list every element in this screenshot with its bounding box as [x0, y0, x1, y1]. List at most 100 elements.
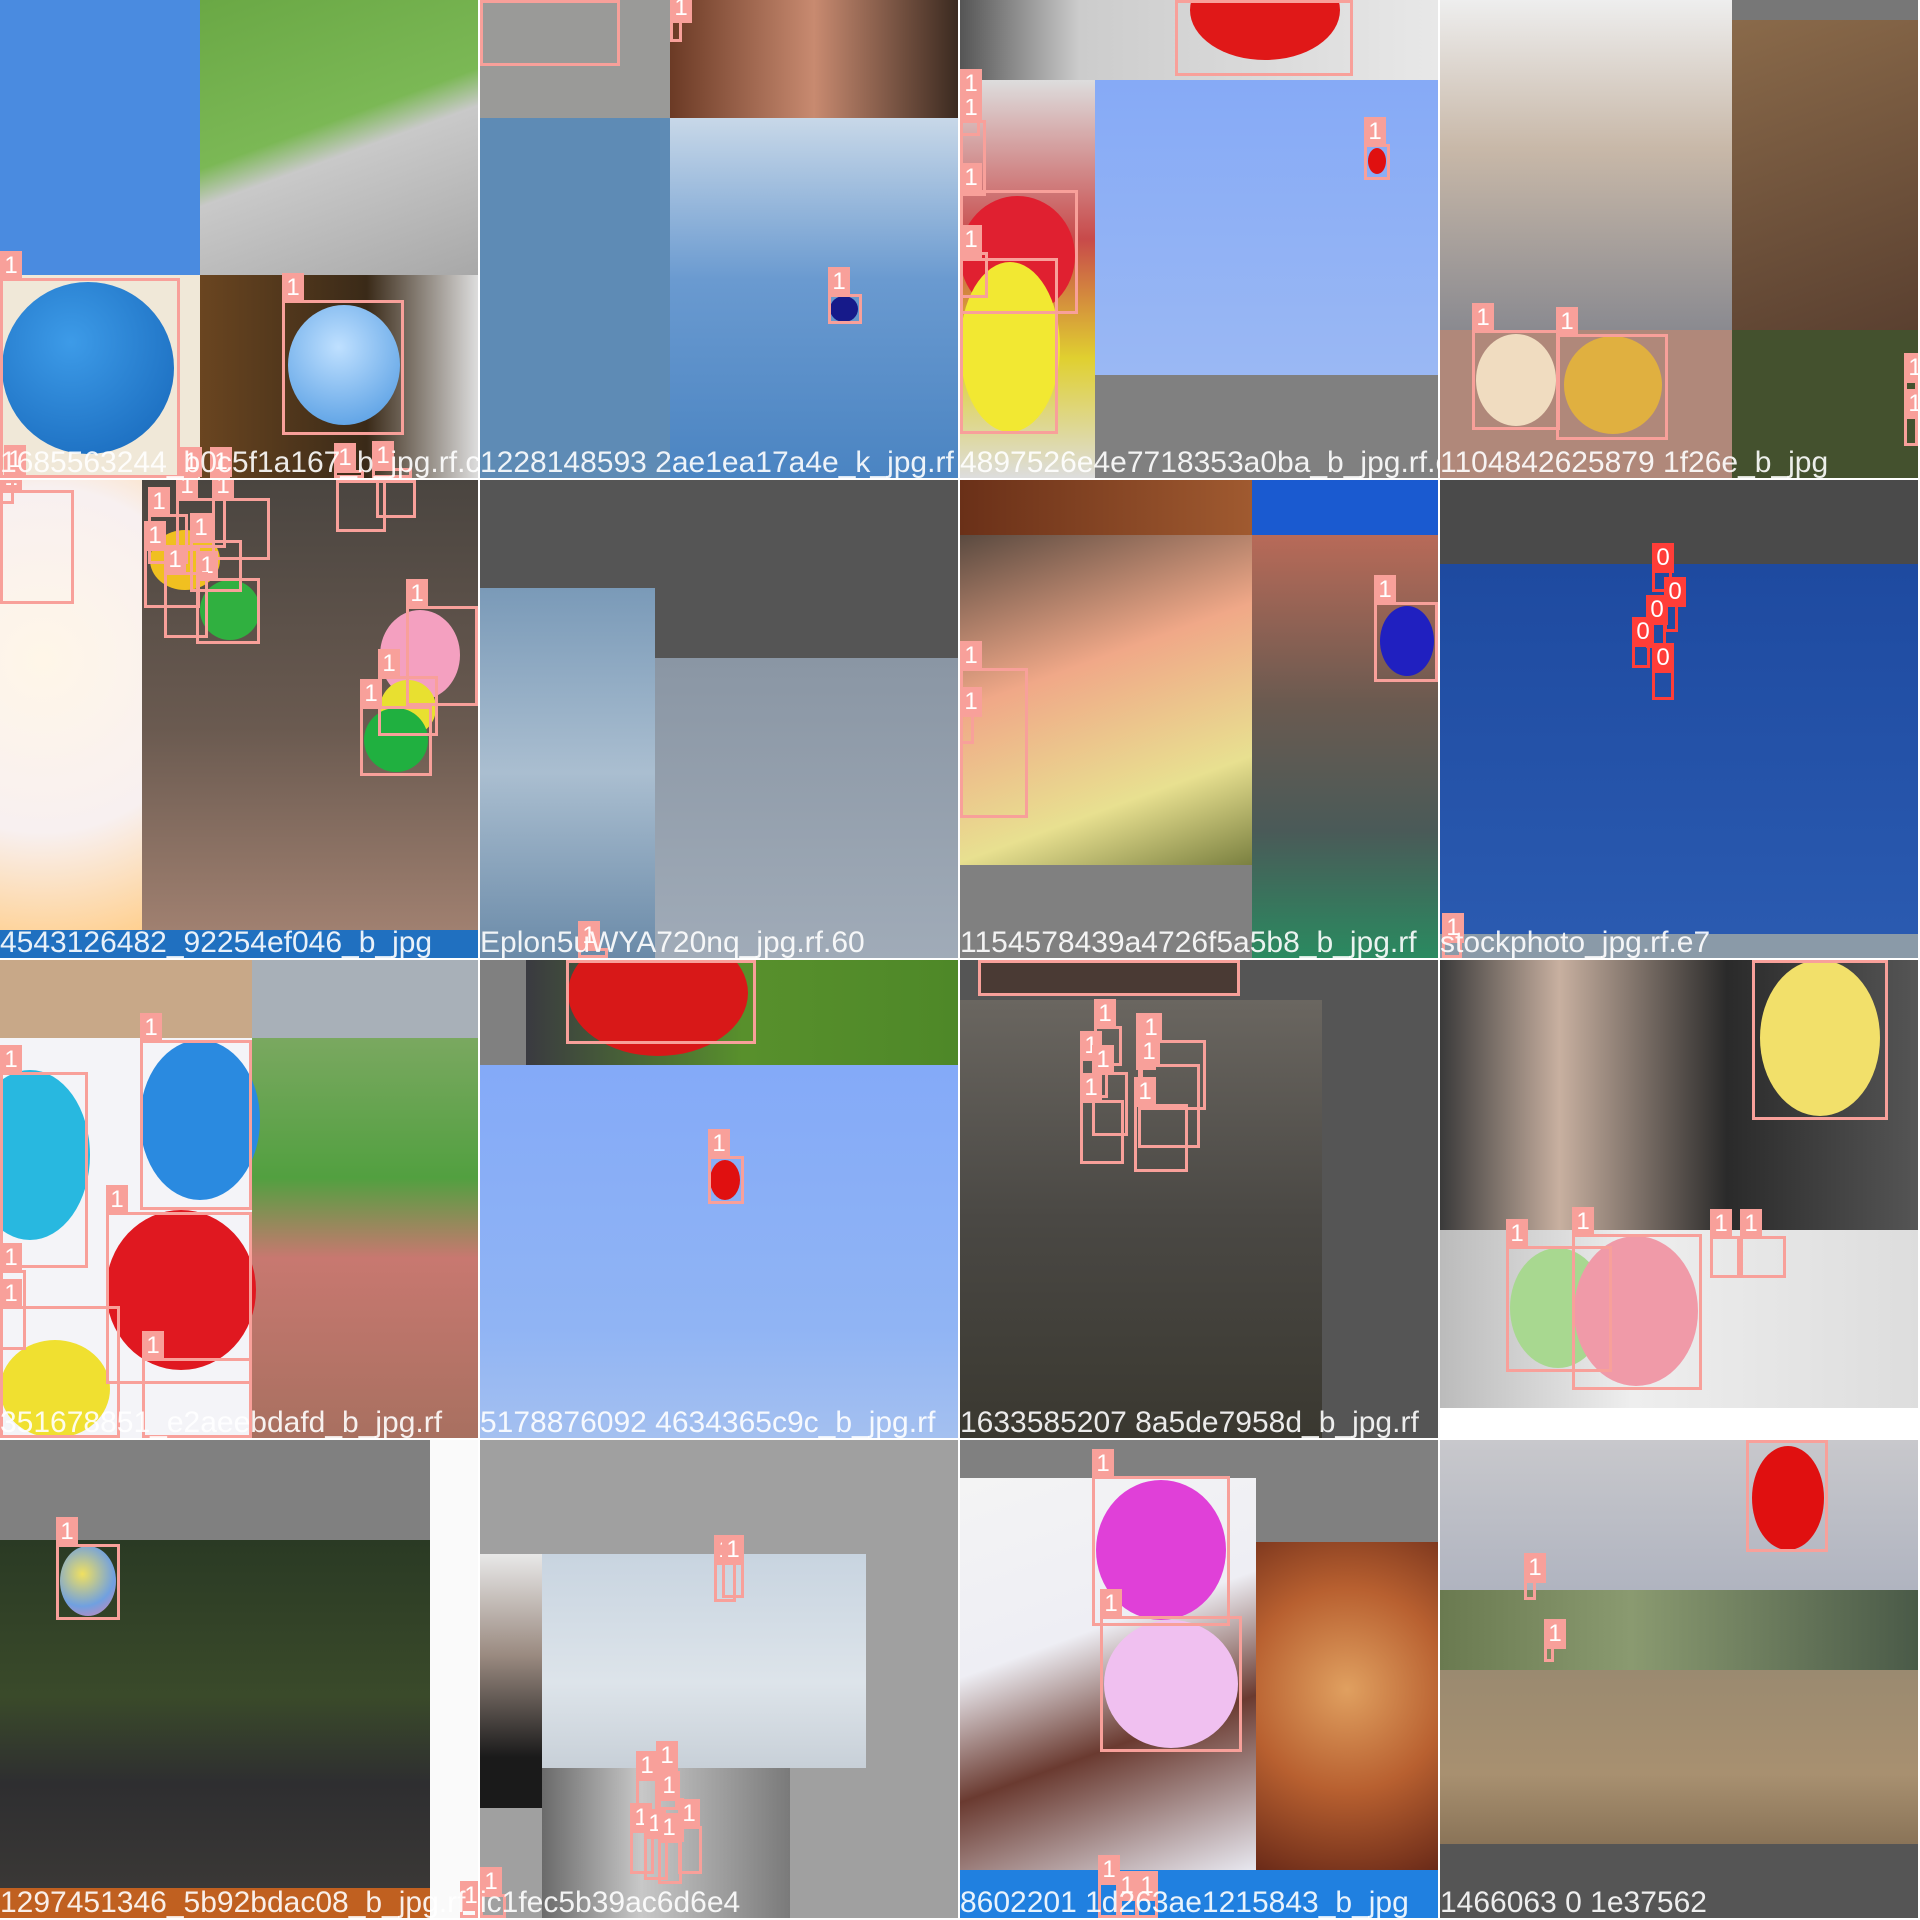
mosaic-tile: 1 1 1 1154578439a4726f5a5b8_b_jpg.rf: [960, 480, 1438, 958]
detection-box: 1: [1752, 960, 1888, 1120]
class-label: 1: [960, 641, 982, 671]
photo-region: [480, 118, 670, 478]
class-label: 1: [148, 487, 170, 517]
image-filename: 351678851_e2aeebdafd_b_jpg.rf: [0, 1406, 443, 1438]
mosaic-tile: 0 0 0 0 0 1 stockphoto_jpg.rf.e7: [1440, 480, 1918, 958]
photo-region: [1732, 20, 1918, 330]
class-label: 1: [0, 251, 22, 281]
image-filename: 4543126482_92254ef046_b_jpg: [0, 926, 433, 958]
class-label: 1: [1904, 389, 1918, 419]
detection-box: 1: [1080, 1073, 1124, 1164]
detection-box: 1: [1544, 1619, 1566, 1662]
mosaic-tile: 1 1 1 1 1 1 351678851_e2aeebdafd_b_jpg.r…: [0, 960, 478, 1438]
image-filename: Eplon5uWYA720nq_jpg.rf.60: [480, 926, 865, 958]
image-filename: 1685563244_b0c5f1a167_b_jpg.rf.c: [0, 446, 478, 478]
detection-box: 1: [1524, 1553, 1546, 1600]
image-filename: 1633585207 8a5de7958d_b_jpg.rf: [960, 1406, 1419, 1438]
mosaic-tile: 1 1 1 1 1 1 1 1 1 1633585207 8a5de7958d_…: [960, 960, 1438, 1438]
detection-box: 1: [0, 1045, 88, 1268]
class-label: 1: [1556, 307, 1578, 337]
class-label: 1: [480, 0, 502, 3]
detection-box: 1: [1710, 1209, 1740, 1278]
image-filename: 1466063 0 1e37562: [1440, 1886, 1707, 1918]
class-label: 1: [0, 1045, 22, 1075]
class-label: 1: [960, 163, 982, 193]
detection-box: 1: [282, 273, 404, 435]
photo-region: [1440, 564, 1918, 934]
photo-region: [542, 1554, 866, 1768]
photo-region: [480, 1554, 542, 1808]
class-label: 1: [1752, 960, 1774, 963]
class-label: 0: [1652, 543, 1674, 573]
mosaic-tile: 1 1 5178876092 4634365c9c_b_jpg.rf: [480, 960, 958, 1438]
class-label: 1: [960, 225, 982, 255]
detection-box: 1: [1472, 303, 1560, 430]
photo-region: [200, 0, 478, 275]
class-label: 1: [566, 960, 588, 963]
class-label: 1: [722, 1535, 744, 1565]
class-label: 0: [1632, 617, 1654, 647]
mosaic-tile: 1 1 1 1 1104842625879 1f26e_b_jpg: [1440, 0, 1918, 478]
mosaic-tile: 1 1 1297451346_5b92bdac08_b_jpg.rf: [0, 1440, 478, 1918]
class-label: 1: [656, 1741, 678, 1771]
class-label: 1: [960, 69, 982, 99]
detection-box: 1: [960, 69, 982, 136]
class-label: 1: [1374, 575, 1396, 605]
class-label: 1: [1094, 999, 1116, 1029]
photo-region: [252, 960, 478, 1038]
detection-box: 1: [1556, 307, 1668, 440]
class-label: 0: [1652, 643, 1674, 673]
class-label: 1: [1506, 1219, 1528, 1249]
class-label: 1: [658, 1813, 680, 1843]
mosaic-tile: 1 1 1 1466063 0 1e37562: [1440, 1440, 1918, 1918]
class-label: 1: [1092, 1449, 1114, 1479]
mosaic-tile: 1 1 1 1 1 istockphoto-1158 846-170: [1440, 960, 1918, 1438]
image-filename: 4897526e4e7718353a0ba_b_jpg.rf.c: [960, 446, 1438, 478]
photo-region: [670, 118, 958, 478]
class-label: 1: [670, 0, 692, 23]
detection-box: 1: [708, 1129, 744, 1204]
photo-region: [1095, 80, 1438, 375]
detection-box: 1: [960, 225, 988, 298]
class-label: 1: [978, 960, 1000, 963]
class-label: 1: [212, 480, 234, 501]
class-label: 1: [1364, 117, 1386, 147]
mosaic-tile: 1 Eplon5uWYA720nq_jpg.rf.60: [480, 480, 958, 958]
class-label: 1: [658, 1771, 680, 1801]
detection-box: 1: [140, 1013, 252, 1210]
photo-region: [1252, 480, 1438, 535]
photo-region: [655, 658, 958, 958]
class-label: 1: [282, 273, 304, 303]
detection-box: 1: [722, 1535, 744, 1598]
image-filename: 8602201 1d263ae1215843_b_jpg: [960, 1886, 1409, 1918]
photo-region: [0, 0, 200, 275]
detection-box: 1: [0, 480, 74, 604]
image-filename: 1154578439a4726f5a5b8_b_jpg.rf: [960, 926, 1417, 958]
mosaic-tile: 1 1 1 1 1 1 1 4897526e4e7718353a0ba_b_jp…: [960, 0, 1438, 478]
class-label: 1: [336, 480, 358, 483]
class-label: 1: [406, 579, 428, 609]
photo-region: [1256, 1542, 1438, 1870]
photo-region: [1440, 1670, 1918, 1844]
class-label: 1: [1904, 353, 1918, 383]
class-label: 1: [1092, 1045, 1114, 1075]
detection-box: 1: [960, 687, 982, 744]
class-label: 1: [164, 545, 186, 575]
detection-box: 1: [0, 480, 22, 504]
detection-box: 0: [1632, 617, 1654, 668]
detection-box: 1: [828, 267, 862, 324]
class-label: 1: [0, 1279, 22, 1309]
photo-region: [1440, 1440, 1918, 1590]
class-label: 1: [144, 521, 166, 551]
image-filename: ic1fec5b39ac6d6e4: [480, 1886, 741, 1918]
detection-box: 1: [1175, 0, 1353, 76]
class-label: 1: [56, 1517, 78, 1547]
class-label: 1: [1524, 1553, 1546, 1583]
class-label: 1: [1100, 1589, 1122, 1619]
photo-region: [1440, 1590, 1918, 1670]
class-label: 1: [1138, 1037, 1160, 1067]
class-label: 1: [1572, 1207, 1594, 1237]
detection-box: 1: [1100, 1589, 1242, 1752]
mosaic-tile: 1 1 1 1 1 1 1 1 1 1 1 1 1 1 4543126482_9…: [0, 480, 478, 958]
image-filename: 1297451346_5b92bdac08_b_jpg.rf: [0, 1886, 466, 1918]
